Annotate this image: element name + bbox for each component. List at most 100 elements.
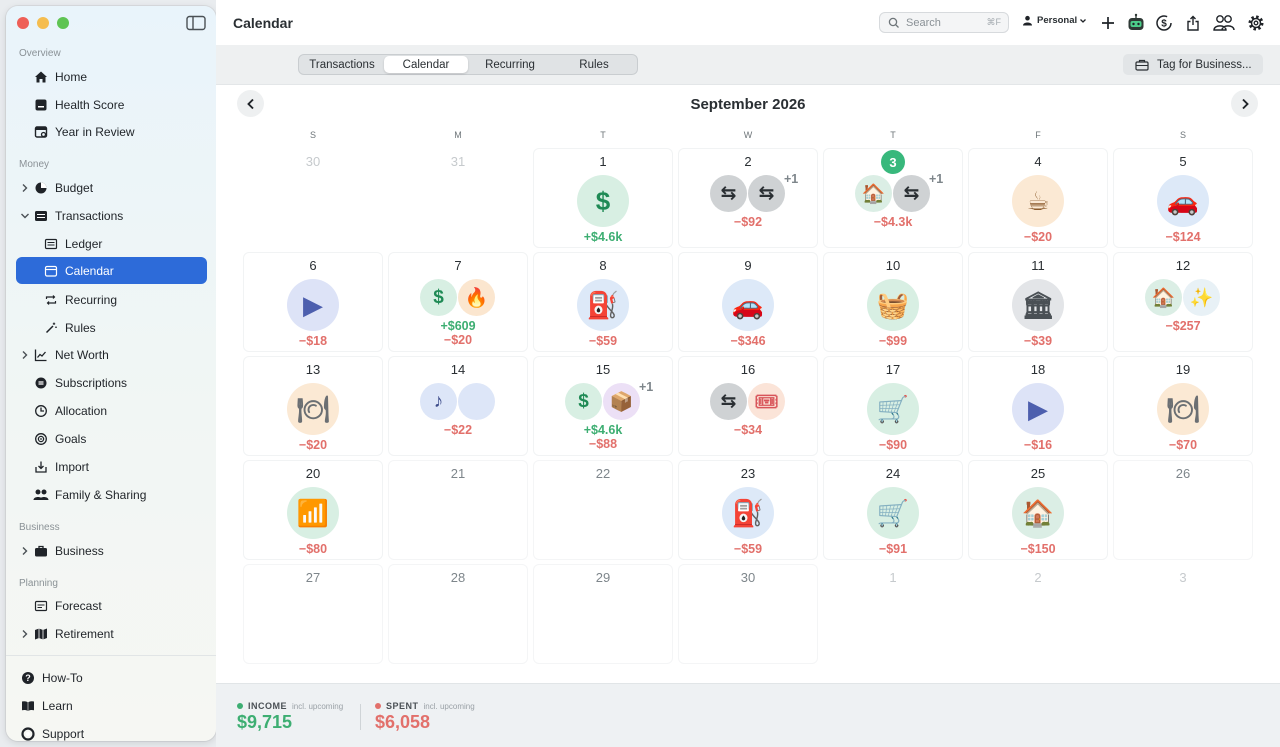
next-month-button[interactable] [1231,90,1258,117]
tab-calendar[interactable]: Calendar [384,56,468,73]
calendar-day-cell[interactable]: 15 $ 📦 +1 +$4.6k −$88 [533,356,673,456]
transfer-icon: ⇆ [710,383,747,420]
search-input[interactable]: Search ⌘F [879,12,1009,33]
expense-amount: −$124 [1165,230,1201,244]
sidebar-item-budget[interactable]: Budget [22,174,93,201]
calendar-day-cell[interactable]: 17 🛒 −$90 [823,356,963,456]
calendar-day-cell[interactable]: 20 📶 −$80 [243,460,383,560]
sidebar-item-label: Home [55,69,88,84]
calendar-day-cell[interactable]: 23 ⛽ −$59 [678,460,818,560]
chevron-down-icon[interactable] [19,210,31,222]
briefcase-icon [33,543,49,559]
sidebar-item-year-in-review[interactable]: Year in Review [33,118,135,145]
sidebar-item-forecast[interactable]: Forecast [33,592,102,619]
sidebar-item-family-sharing[interactable]: Family & Sharing [33,481,146,508]
sidebar-toggle-icon[interactable] [186,15,206,31]
calendar-day-cell[interactable]: 3 [1113,564,1253,664]
expense-amount: −$4.3k [873,215,913,229]
previous-month-button[interactable] [237,90,264,117]
tab-transactions[interactable]: Transactions [300,56,384,73]
calendar-day-cell[interactable]: 4 ☕ −$20 [968,148,1108,248]
sidebar-item-import[interactable]: Import [33,453,89,480]
calendar-day-cell[interactable]: 1 [823,564,963,664]
chevron-right-icon[interactable] [19,545,31,557]
sidebar-item-retirement[interactable]: Retirement [22,620,114,647]
sidebar-item-label: Goals [55,431,87,446]
calendar-day-cell[interactable]: 10 🧺 −$99 [823,252,963,352]
day-number: 25 [1030,466,1046,481]
calendar-day-cell[interactable]: 8 ⛽ −$59 [533,252,673,352]
chevron-right-icon[interactable] [19,182,31,194]
today-badge: 3 [881,150,905,174]
calendar-day-cell[interactable]: 24 🛒 −$91 [823,460,963,560]
settings-button[interactable] [1245,12,1267,34]
calendar-day-cell[interactable]: 19 🍽 −$70 [1113,356,1253,456]
sidebar-item-allocation[interactable]: Allocation [33,397,107,424]
expense-amount: −$59 [588,334,618,348]
currency-button[interactable]: $ [1153,12,1175,34]
sidebar-item-transactions[interactable]: Transactions [21,202,123,229]
tab-rules[interactable]: Rules [552,56,636,73]
calendar-day-cell[interactable]: 16 ⇆ 🎟 −$34 [678,356,818,456]
chevron-right-icon[interactable] [19,349,31,361]
close-window-button[interactable] [17,17,29,29]
calendar-day-cell[interactable]: 3 🏠 ⇆ +1 −$4.3k [823,148,963,248]
calendar-day-cell[interactable]: 27 [243,564,383,664]
more-transactions-badge: +1 [639,380,654,394]
car-icon: 🚗 [722,279,774,331]
calendar-day-cell[interactable]: 11 🏛 −$39 [968,252,1108,352]
sidebar-item-rules[interactable]: Rules [43,314,96,341]
expense-amount: −$18 [298,334,328,348]
zoom-window-button[interactable] [57,17,69,29]
briefcase-icon [1135,59,1149,71]
tag-for-business-button[interactable]: Tag for Business... [1123,54,1263,75]
add-button[interactable] [1097,12,1119,34]
sidebar-item-net-worth[interactable]: Net Worth [22,341,109,368]
calendar-day-cell[interactable]: 13 🍽 −$20 [243,356,383,456]
calendar-day-cell[interactable]: 21 [388,460,528,560]
sidebar-item-support[interactable]: Support [20,720,84,741]
calendar-day-cell[interactable]: 6 ▶ −$18 [243,252,383,352]
dollar-icon: $ [577,175,629,227]
calendar-day-cell[interactable]: 9 🚗 −$346 [678,252,818,352]
calendar-day-cell[interactable]: 30 [243,148,383,248]
sidebar-item-subscriptions[interactable]: Subscriptions [33,369,127,396]
calendar-day-cell[interactable]: 25 🏠 −$150 [968,460,1108,560]
day-number: 17 [885,362,901,377]
calendar-day-cell[interactable]: 5 🚗 −$124 [1113,148,1253,248]
share-button[interactable] [1182,12,1204,34]
sidebar-item-learn[interactable]: Learn [20,692,73,719]
calendar-day-cell[interactable]: 12 🏠 ✨ −$257 [1113,252,1253,352]
tab-recurring[interactable]: Recurring [468,56,552,73]
video-play-icon: ▶ [287,279,339,331]
calendar-day-cell[interactable]: 1 $ +$4.6k [533,148,673,248]
day-number: 19 [1175,362,1191,377]
calendar-day-cell[interactable]: 22 [533,460,673,560]
calendar-day-cell[interactable]: 28 [388,564,528,664]
calendar-day-cell[interactable]: 29 [533,564,673,664]
calendar-day-cell[interactable]: 31 [388,148,528,248]
calendar-day-cell[interactable]: 26 [1113,460,1253,560]
sidebar-item-home[interactable]: Home [33,63,87,90]
calendar-day-cell[interactable]: 2 ⇆ ⇆ +1 −$92 [678,148,818,248]
day-number: 9 [744,258,752,273]
calendar-day-cell[interactable]: 7 $ 🔥 +$609 −$20 [388,252,528,352]
sidebar-item-health-score[interactable]: Health Score [33,91,124,118]
sidebar-item-calendar[interactable]: Calendar [16,257,207,284]
profile-switcher[interactable]: Personal [1022,15,1087,26]
sidebar-item-business[interactable]: Business [22,537,104,564]
day-number: 11 [1031,258,1045,273]
calendar-day-cell[interactable]: 14 ♪ −$22 [388,356,528,456]
calendar-day-cell[interactable]: 30 [678,564,818,664]
minimize-window-button[interactable] [37,17,49,29]
repeat-icon [43,292,59,308]
accounts-button[interactable] [1213,12,1235,34]
sidebar-item-how-to[interactable]: ? How-To [20,664,83,691]
sidebar-item-ledger[interactable]: Ledger [43,230,102,257]
chevron-right-icon[interactable] [19,628,31,640]
calendar-day-cell[interactable]: 18 ▶ −$16 [968,356,1108,456]
sidebar-item-goals[interactable]: Goals [33,425,86,452]
assistant-button[interactable] [1125,12,1147,34]
calendar-day-cell[interactable]: 2 [968,564,1108,664]
sidebar-item-recurring[interactable]: Recurring [43,286,117,313]
